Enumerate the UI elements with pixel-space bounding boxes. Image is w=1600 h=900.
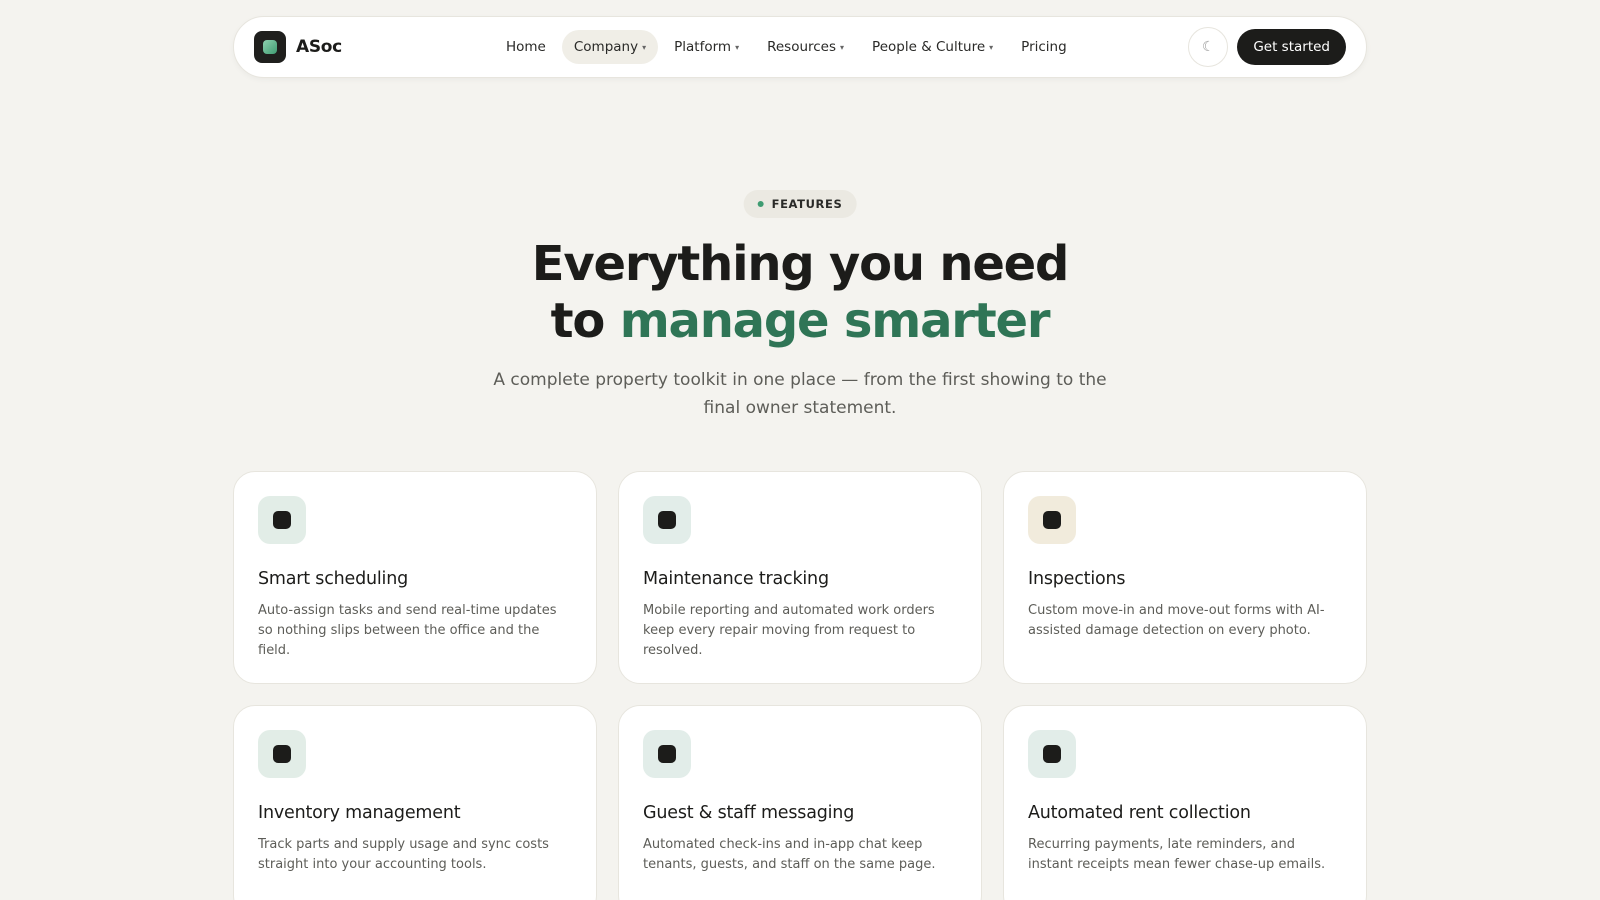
feature-description: Recurring payments, late reminders, and … xyxy=(1028,837,1326,872)
chevron-down-icon: ▾ xyxy=(735,42,740,52)
nav-item-people-culture[interactable]: People & Culture ▾ xyxy=(860,30,1005,64)
feature-description: Mobile reporting and automated work orde… xyxy=(643,603,935,658)
nav-actions: ☾ Get started xyxy=(1188,27,1346,67)
get-started-button[interactable]: Get started xyxy=(1237,29,1346,65)
feature-grid: Smart scheduling Auto-assign tasks and s… xyxy=(233,471,1367,900)
section-badge: FEATURES xyxy=(743,190,857,218)
feature-title: Maintenance tracking xyxy=(643,569,829,589)
chevron-down-icon: ▾ xyxy=(840,42,845,52)
dot-icon xyxy=(757,201,764,207)
chevron-down-icon: ▾ xyxy=(642,42,647,52)
headline-line-1: Everything you need xyxy=(531,236,1070,292)
box-icon xyxy=(258,730,306,778)
wrench-icon xyxy=(643,496,691,544)
feature-title: Inventory management xyxy=(258,803,461,823)
nav-item-home[interactable]: Home xyxy=(494,30,558,64)
top-navbar: ASoc Home Company ▾ Platform ▾ Resources… xyxy=(233,16,1367,78)
nav-item-platform[interactable]: Platform ▾ xyxy=(662,30,751,64)
feature-description: Track parts and supply usage and sync co… xyxy=(258,837,549,872)
page: ASoc Home Company ▾ Platform ▾ Resources… xyxy=(0,0,1600,900)
chat-icon xyxy=(643,730,691,778)
headline-accent: manage smarter xyxy=(619,293,1051,349)
feature-description: Automated check-ins and in-app chat keep… xyxy=(643,837,936,872)
app-logo-icon xyxy=(254,31,286,63)
feature-description: Auto-assign tasks and send real-time upd… xyxy=(258,603,557,658)
feature-card-maintenance-tracking: Maintenance tracking Mobile reporting an… xyxy=(618,471,982,684)
brand-name: ASoc xyxy=(296,37,342,57)
calendar-icon xyxy=(258,496,306,544)
chevron-down-icon: ▾ xyxy=(989,42,994,52)
feature-card-inspections: Inspections Custom move-in and move-out … xyxy=(1003,471,1367,684)
main-menu: Home Company ▾ Platform ▾ Resources ▾ Pe… xyxy=(494,30,1079,64)
feature-card-inventory-management: Inventory management Track parts and sup… xyxy=(233,705,597,900)
theme-toggle-button[interactable]: ☾ xyxy=(1188,27,1229,67)
nav-item-company[interactable]: Company ▾ xyxy=(561,30,659,64)
moon-icon: ☾ xyxy=(1202,39,1215,55)
badge-label: FEATURES xyxy=(771,197,843,211)
hero-subtitle: A complete property toolkit in one place… xyxy=(493,370,1107,418)
clipboard-icon xyxy=(1028,496,1076,544)
feature-description: Custom move-in and move-out forms with A… xyxy=(1028,603,1325,638)
feature-title: Guest & staff messaging xyxy=(643,803,855,823)
headline-line-2-prefix: to xyxy=(550,293,620,349)
payment-icon xyxy=(1028,730,1076,778)
feature-title: Smart scheduling xyxy=(258,569,409,589)
feature-card-messaging: Guest & staff messaging Automated check-… xyxy=(618,705,982,900)
brand[interactable]: ASoc xyxy=(254,31,454,63)
feature-card-rent-collection: Automated rent collection Recurring paym… xyxy=(1003,705,1367,900)
page-title: Everything you need to manage smarter xyxy=(0,236,1600,350)
nav-item-resources[interactable]: Resources ▾ xyxy=(755,30,856,64)
feature-title: Inspections xyxy=(1028,569,1126,589)
feature-title: Automated rent collection xyxy=(1028,803,1251,823)
feature-card-smart-scheduling: Smart scheduling Auto-assign tasks and s… xyxy=(233,471,597,684)
nav-item-pricing[interactable]: Pricing xyxy=(1009,30,1079,64)
